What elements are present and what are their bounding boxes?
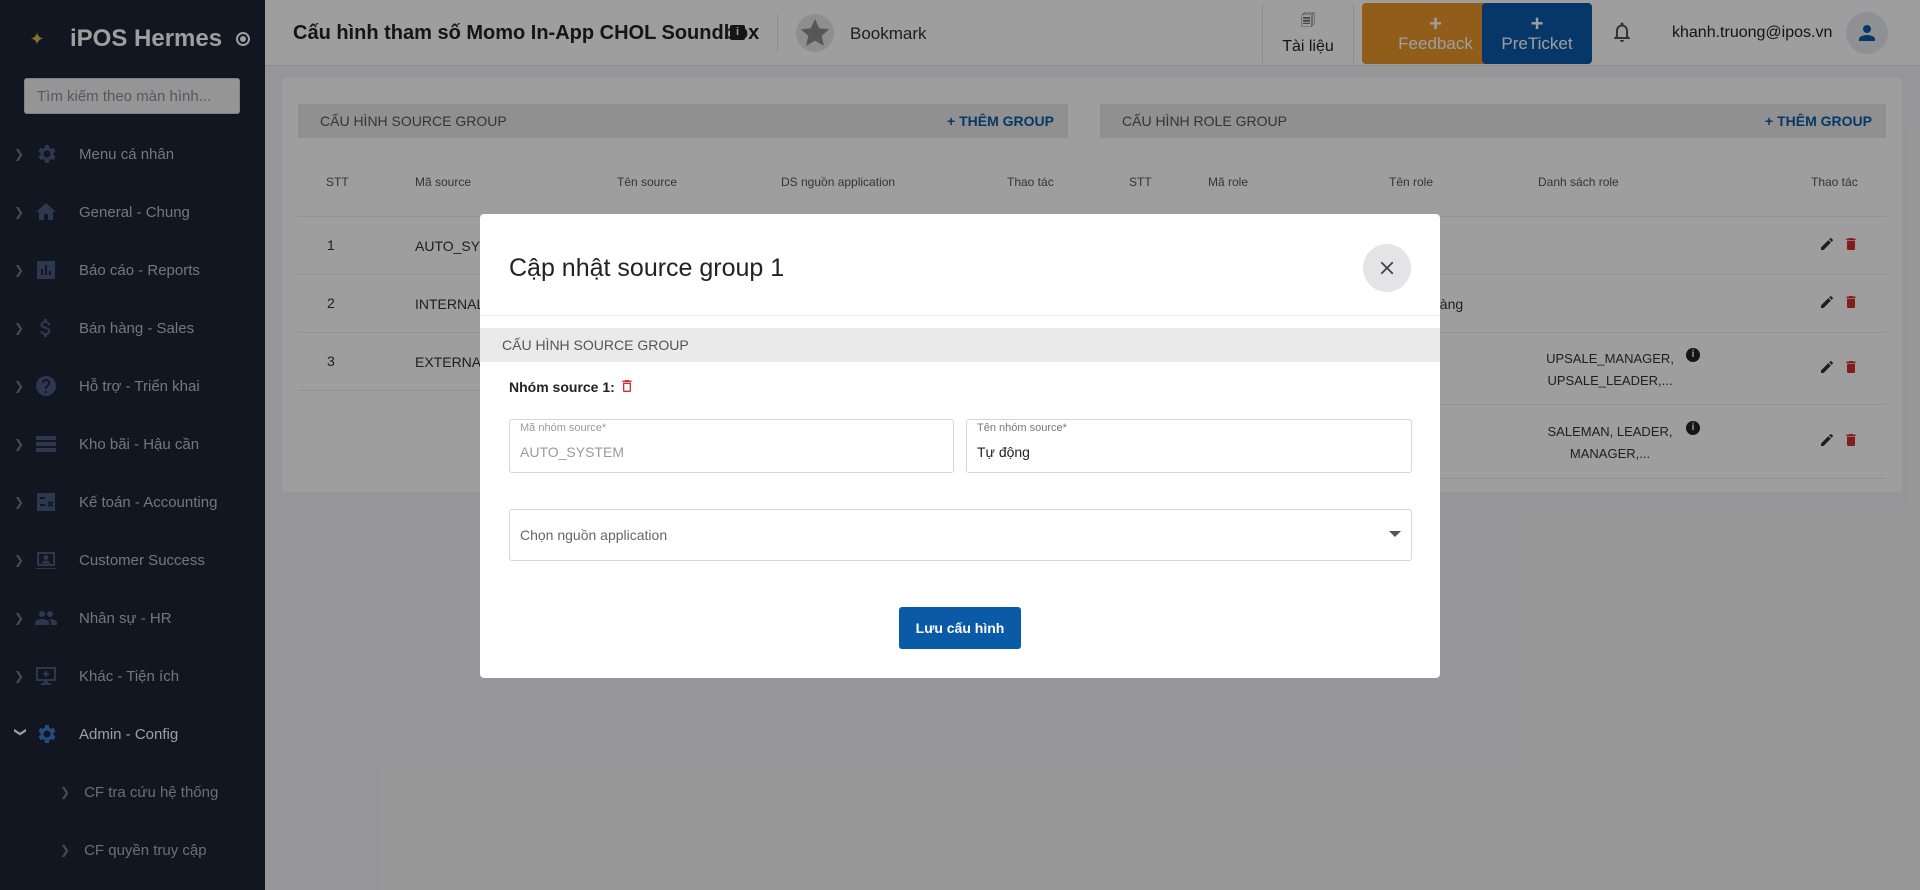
field-label: Mã nhóm source* [520, 422, 607, 434]
select-placeholder: Chọn nguồn application [520, 527, 668, 543]
source-code-field: Mã nhóm source* [509, 419, 954, 473]
application-select[interactable]: Chọn nguồn application [509, 509, 1412, 561]
field-label: Tên nhóm source* [977, 422, 1067, 434]
modal-divider [480, 315, 1440, 316]
modal-section-title: CẤU HÌNH SOURCE GROUP [480, 328, 1440, 362]
source-name-field[interactable]: Tên nhóm source* [966, 419, 1412, 473]
modal-title: Cập nhật source group 1 [509, 254, 785, 282]
delete-icon[interactable] [619, 378, 635, 394]
close-button[interactable] [1363, 244, 1411, 292]
caret-down-icon [1389, 531, 1401, 537]
save-config-button[interactable]: Lưu cấu hình [899, 607, 1021, 649]
source-name-input[interactable] [977, 444, 1357, 460]
source-code-input [520, 444, 900, 460]
update-source-group-modal: Cập nhật source group 1 CẤU HÌNH SOURCE … [480, 214, 1440, 678]
close-icon [1380, 261, 1394, 275]
group-label: Nhóm source 1: [509, 379, 615, 395]
